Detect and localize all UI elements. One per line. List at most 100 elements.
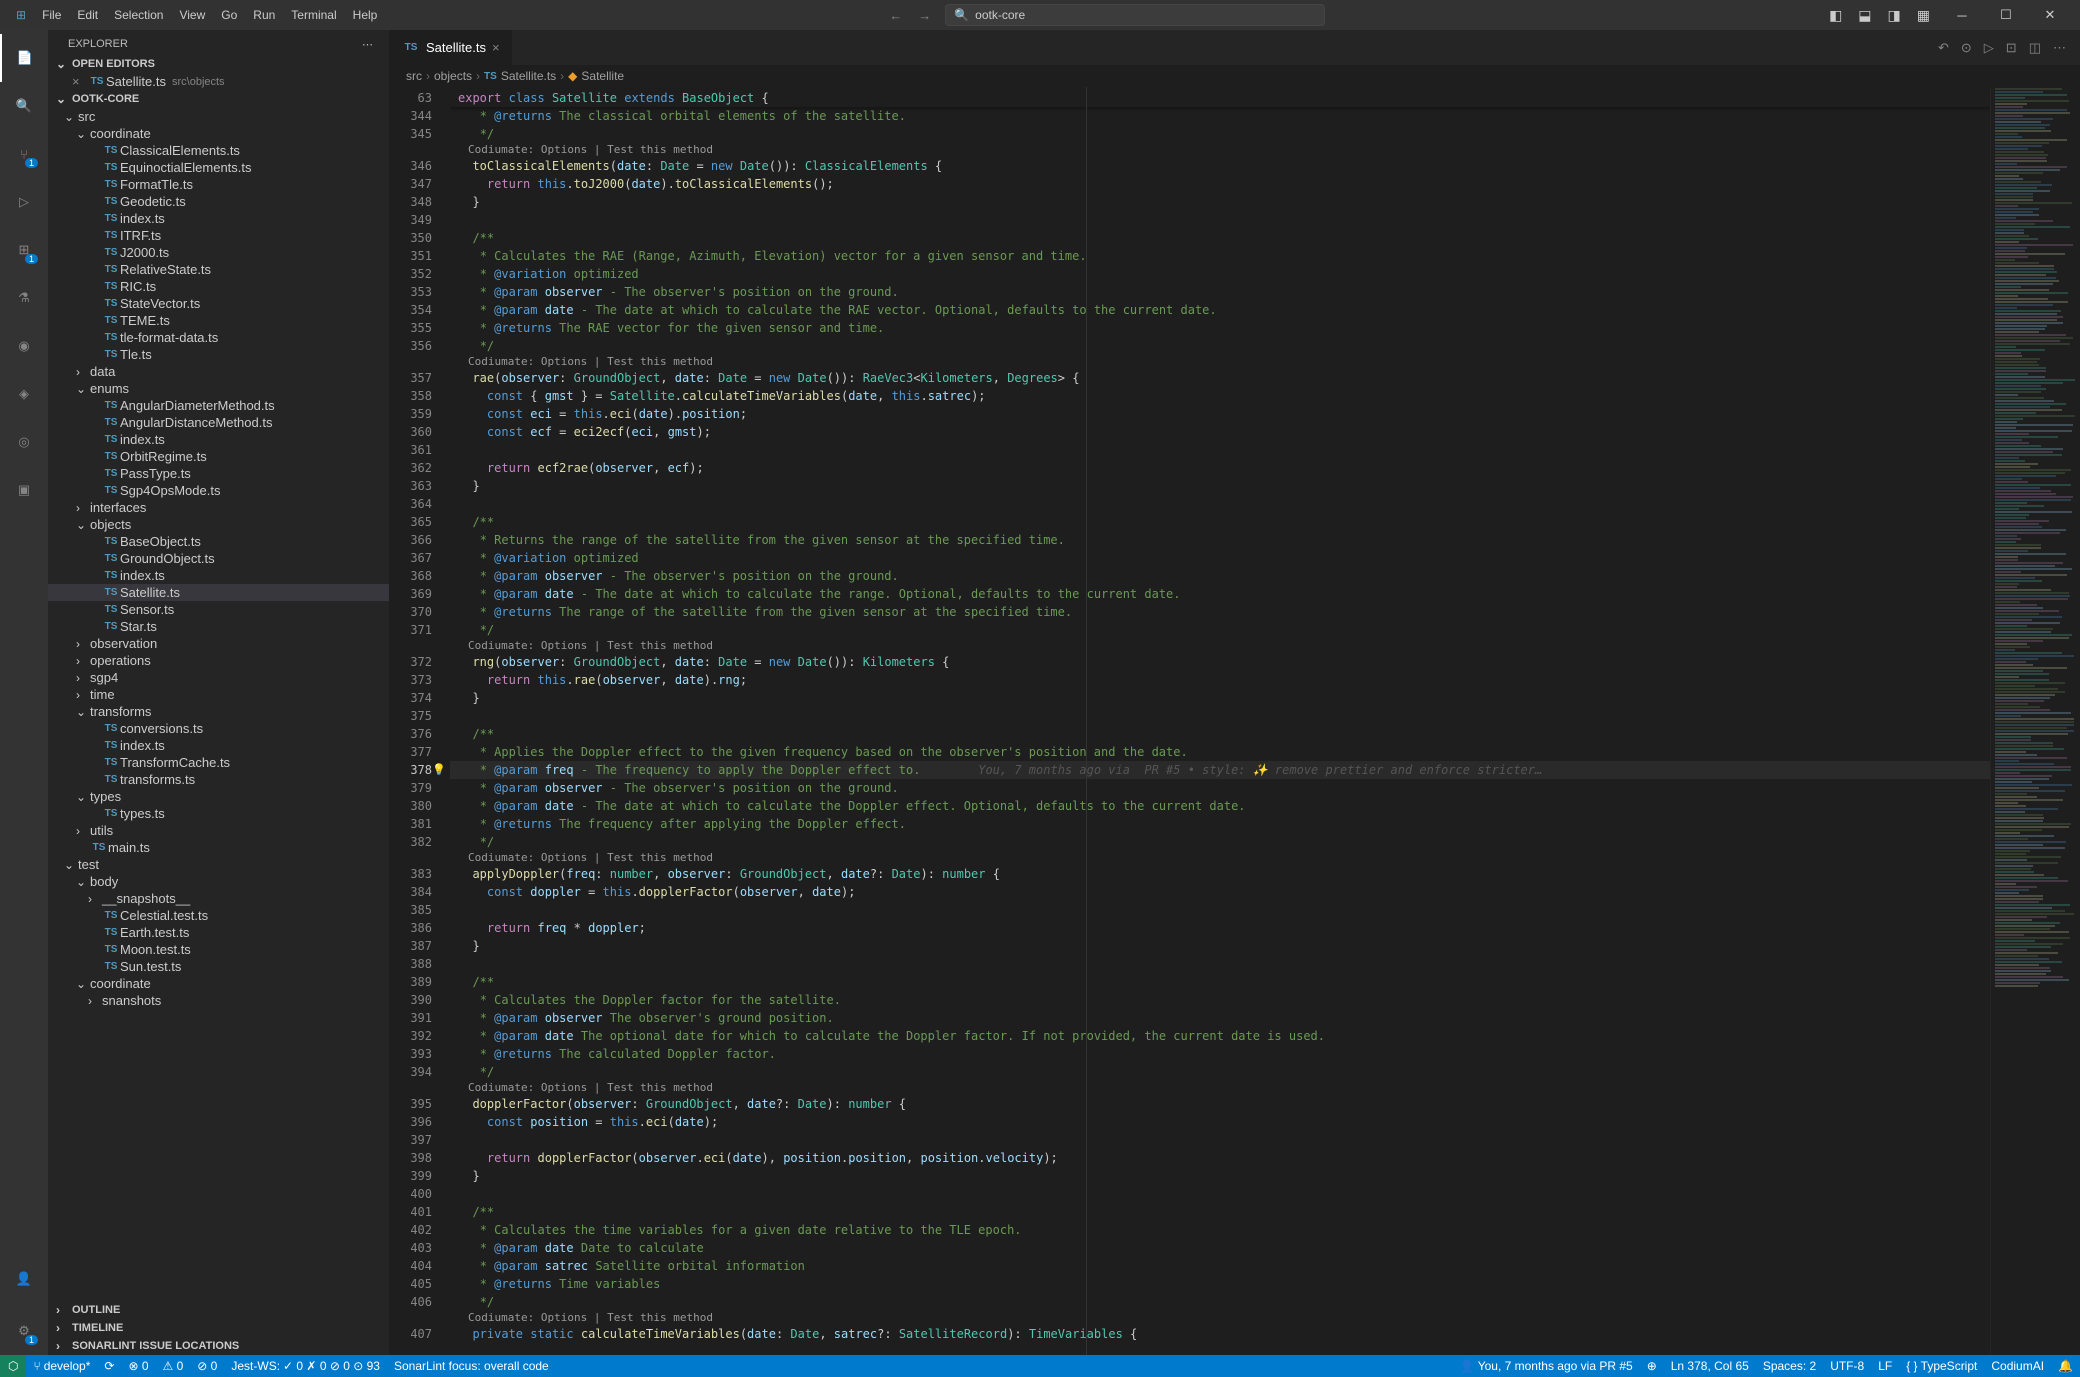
- breadcrumb-src[interactable]: src: [406, 69, 422, 83]
- folder-item[interactable]: ›data: [48, 363, 389, 380]
- file-item[interactable]: TSindex.ts: [48, 737, 389, 754]
- warnings-count[interactable]: ⚠ 0: [156, 1359, 191, 1373]
- file-item[interactable]: TSRIC.ts: [48, 278, 389, 295]
- folder-item[interactable]: ›__snapshots__: [48, 890, 389, 907]
- folder-item[interactable]: ›time: [48, 686, 389, 703]
- file-item[interactable]: TSAngularDiameterMethod.ts: [48, 397, 389, 414]
- breadcrumb-objects[interactable]: objects: [434, 69, 472, 83]
- menu-help[interactable]: Help: [345, 4, 386, 26]
- nav-back-icon[interactable]: ←: [883, 6, 908, 25]
- git-sync[interactable]: ⟳: [97, 1359, 121, 1373]
- code-editor[interactable]: export class Satellite extends BaseObjec…: [450, 87, 1990, 1355]
- close-button[interactable]: ✕: [2028, 0, 2072, 30]
- settings-gear-icon[interactable]: ⚙1: [0, 1307, 48, 1355]
- extensions-icon[interactable]: ⊞1: [0, 226, 48, 274]
- accounts-icon[interactable]: 👤: [0, 1255, 48, 1303]
- notifications-icon[interactable]: 🔔: [2051, 1359, 2080, 1373]
- file-item[interactable]: TSOrbitRegime.ts: [48, 448, 389, 465]
- folder-item[interactable]: ⌄body: [48, 873, 389, 890]
- nav-forward-icon[interactable]: →: [912, 6, 937, 25]
- command-center-search[interactable]: 🔍 ootk-core: [945, 4, 1325, 26]
- file-item[interactable]: TSSgp4OpsMode.ts: [48, 482, 389, 499]
- test-icon[interactable]: ⚗: [0, 274, 48, 322]
- file-item[interactable]: TSTEME.ts: [48, 312, 389, 329]
- file-item[interactable]: TSAngularDistanceMethod.ts: [48, 414, 389, 431]
- editor-tab[interactable]: TS Satellite.ts ×: [390, 30, 513, 65]
- run-debug-icon[interactable]: ▷: [0, 178, 48, 226]
- more-actions-icon[interactable]: ⋯: [2051, 38, 2068, 58]
- folder-item[interactable]: ›observation: [48, 635, 389, 652]
- file-item[interactable]: TSEquinoctialElements.ts: [48, 159, 389, 176]
- more-icon[interactable]: ⋯: [362, 38, 373, 51]
- workspace-header[interactable]: ⌄OOTK-CORE: [48, 90, 389, 108]
- open-editor-item[interactable]: × TS Satellite.ts src\objects: [48, 73, 389, 90]
- file-item[interactable]: TSTle.ts: [48, 346, 389, 363]
- jest-status[interactable]: Jest-WS: ✓ 0 ✗ 0 ⊘ 0 ⊙ 93: [224, 1359, 387, 1373]
- file-tree[interactable]: ⌄src⌄coordinateTSClassicalElements.tsTSE…: [48, 108, 389, 1301]
- file-item[interactable]: TSconversions.ts: [48, 720, 389, 737]
- close-tab-icon[interactable]: ×: [492, 40, 500, 55]
- split-icon[interactable]: ◫: [2027, 38, 2043, 58]
- folder-item[interactable]: ›snanshots: [48, 992, 389, 1009]
- indentation[interactable]: Spaces: 2: [1756, 1359, 1823, 1373]
- file-item[interactable]: TSBaseObject.ts: [48, 533, 389, 550]
- folder-item[interactable]: ›operations: [48, 652, 389, 669]
- open-editors-header[interactable]: ⌄OPEN EDITORS: [48, 55, 389, 73]
- file-item[interactable]: TSSensor.ts: [48, 601, 389, 618]
- codium-icon[interactable]: ◎: [0, 418, 48, 466]
- eol[interactable]: LF: [1871, 1359, 1899, 1373]
- file-item[interactable]: TSindex.ts: [48, 567, 389, 584]
- port-forward[interactable]: ⊘ 0: [190, 1359, 224, 1373]
- folder-item[interactable]: ⌄test: [48, 856, 389, 873]
- errors-count[interactable]: ⊗ 0: [121, 1359, 155, 1373]
- language-mode[interactable]: { } TypeScript: [1899, 1359, 1984, 1373]
- file-item[interactable]: TStransforms.ts: [48, 771, 389, 788]
- folder-item[interactable]: ⌄enums: [48, 380, 389, 397]
- menu-go[interactable]: Go: [213, 4, 245, 26]
- file-item[interactable]: TSTransformCache.ts: [48, 754, 389, 771]
- git-branch[interactable]: ⑂ develop*: [26, 1359, 97, 1373]
- sonarlint-status[interactable]: SonarLint focus: overall code: [387, 1359, 556, 1373]
- file-item[interactable]: TSMoon.test.ts: [48, 941, 389, 958]
- breadcrumb-symbol[interactable]: Satellite: [581, 69, 624, 83]
- folder-item[interactable]: ⌄types: [48, 788, 389, 805]
- close-editor-icon[interactable]: ×: [72, 74, 88, 89]
- folder-item[interactable]: ⌄transforms: [48, 703, 389, 720]
- compare-icon[interactable]: ⊙: [1959, 38, 1974, 58]
- gitlens-icon[interactable]: ◈: [0, 370, 48, 418]
- remote-indicator[interactable]: ⬡: [0, 1355, 26, 1377]
- file-item[interactable]: TSFormatTle.ts: [48, 176, 389, 193]
- folder-item[interactable]: ›sgp4: [48, 669, 389, 686]
- layout-customize-icon[interactable]: ▦: [1911, 3, 1936, 28]
- folder-item[interactable]: ›utils: [48, 822, 389, 839]
- folder-item[interactable]: ⌄coordinate: [48, 975, 389, 992]
- folder-item[interactable]: ⌄objects: [48, 516, 389, 533]
- minimize-button[interactable]: ─: [1940, 0, 1984, 30]
- file-item[interactable]: TSEarth.test.ts: [48, 924, 389, 941]
- maximize-button[interactable]: ☐: [1984, 0, 2028, 30]
- sonarlint-header[interactable]: ›SONARLINT ISSUE LOCATIONS: [48, 1337, 389, 1355]
- minimap[interactable]: [1990, 87, 2080, 1355]
- file-item[interactable]: TSITRF.ts: [48, 227, 389, 244]
- menu-run[interactable]: Run: [245, 4, 283, 26]
- file-item[interactable]: TSRelativeState.ts: [48, 261, 389, 278]
- file-item[interactable]: TStle-format-data.ts: [48, 329, 389, 346]
- file-item[interactable]: TSindex.ts: [48, 210, 389, 227]
- layout-bottom-icon[interactable]: ⬓: [1852, 3, 1877, 28]
- cursor-position[interactable]: Ln 378, Col 65: [1664, 1359, 1756, 1373]
- file-item[interactable]: TSStar.ts: [48, 618, 389, 635]
- codium-status[interactable]: CodiumAI: [1984, 1359, 2051, 1373]
- breadcrumb-file[interactable]: Satellite.ts: [501, 69, 556, 83]
- go-back-icon[interactable]: ↶: [1936, 38, 1951, 58]
- folder-item[interactable]: ›interfaces: [48, 499, 389, 516]
- menu-view[interactable]: View: [171, 4, 213, 26]
- folder-item[interactable]: ⌄src: [48, 108, 389, 125]
- preview-icon[interactable]: ⊡: [2004, 38, 2019, 58]
- outline-header[interactable]: ›OUTLINE: [48, 1301, 389, 1319]
- file-item[interactable]: TSJ2000.ts: [48, 244, 389, 261]
- blame-status[interactable]: 👤 You, 7 months ago via PR #5: [1453, 1359, 1640, 1373]
- line-gutter[interactable]: 6334434534634734834935035135235335435535…: [390, 87, 450, 1355]
- file-item[interactable]: TSSatellite.ts: [48, 584, 389, 601]
- source-control-icon[interactable]: ⑂1: [0, 130, 48, 178]
- file-item[interactable]: TSindex.ts: [48, 431, 389, 448]
